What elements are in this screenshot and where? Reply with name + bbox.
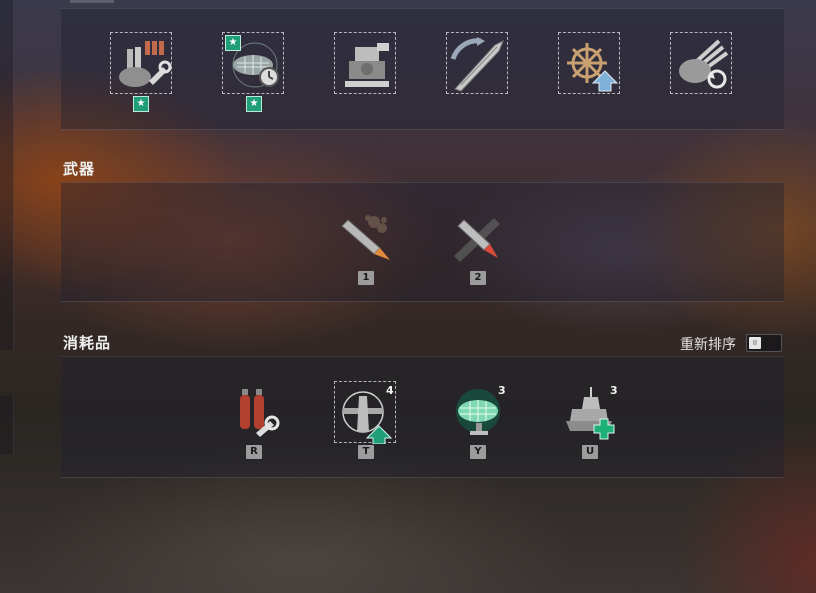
- weapon-slot-he[interactable]: [334, 208, 396, 270]
- damage-control-party-icon: [240, 389, 280, 437]
- reorder-toggle-knob[interactable]: II: [749, 337, 761, 349]
- upgrade-star-badge-2: ★: [246, 96, 262, 112]
- weapons-heading: 武器: [63, 160, 96, 178]
- upgrade-star-badge-2-top: ★: [225, 35, 241, 51]
- left-panel-edge-lower: [0, 396, 14, 454]
- he-shell-icon: [341, 215, 390, 260]
- upgrade-slot-main-battery[interactable]: [110, 32, 172, 94]
- upgrade-slot-aa-mount[interactable]: [334, 32, 396, 94]
- gun-reload-mod-icon: [679, 39, 729, 89]
- consumable-slot-damage-control[interactable]: [222, 381, 284, 443]
- consumable-count-u: 3: [610, 384, 618, 397]
- steering-upgrade-icon: [567, 43, 619, 92]
- weapon-slot-ap[interactable]: [446, 208, 508, 270]
- upgrade-slot-steering[interactable]: [558, 32, 620, 94]
- upgrade-slot-gun-reload[interactable]: [670, 32, 732, 94]
- consumable-key-y: Y: [470, 445, 486, 459]
- ap-shell-icon: [454, 218, 500, 262]
- weapon-key-2: 2: [470, 271, 486, 285]
- upgrade-star-badge-1: ★: [133, 96, 149, 112]
- consumable-count-t: 4: [386, 384, 394, 397]
- consumables-panel: [61, 356, 784, 478]
- consumable-key-u: U: [582, 445, 598, 459]
- reorder-label: 重新排序: [680, 337, 736, 353]
- consumable-count-y: 3: [498, 384, 506, 397]
- top-tab-edge: [70, 0, 114, 3]
- main-battery-mod-icon: [119, 41, 172, 87]
- weapon-key-1: 1: [358, 271, 374, 285]
- reorder-toggle[interactable]: II: [746, 334, 782, 352]
- hull-mod-icon: [450, 37, 504, 92]
- aa-mount-mod-icon: [345, 43, 389, 87]
- left-panel-edge: [0, 0, 14, 350]
- consumable-key-r: R: [246, 445, 262, 459]
- consumables-heading: 消耗品: [63, 334, 112, 352]
- consumable-key-t: T: [358, 445, 374, 459]
- weapons-panel: [61, 182, 784, 302]
- upgrade-slot-hull[interactable]: [446, 32, 508, 94]
